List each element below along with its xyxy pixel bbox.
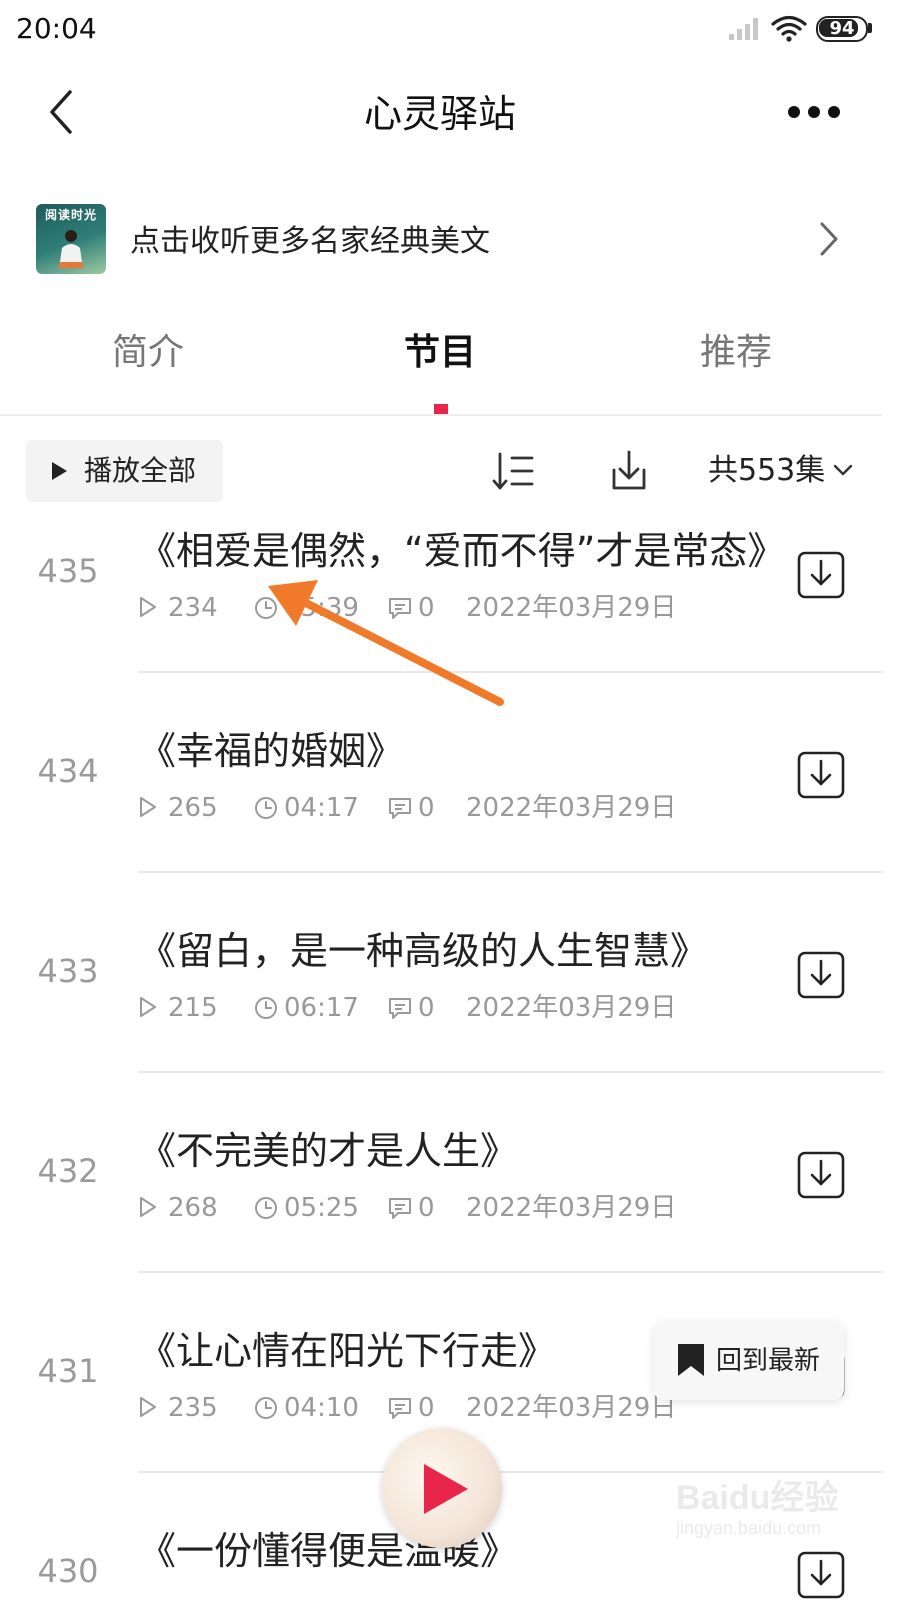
comment-count-value: 0 [418, 1393, 435, 1423]
play-icon [140, 1197, 156, 1217]
episode-number: 432 [37, 1152, 99, 1190]
wifi-icon [771, 15, 807, 42]
episode-count-label: 共553集 [708, 453, 826, 488]
clock-icon [255, 797, 277, 819]
duration-value: 05:39 [284, 593, 359, 623]
comment-count-value: 0 [418, 793, 435, 823]
publish-date-value: 2022年03月29日 [466, 593, 677, 623]
comment-count-value: 0 [418, 1193, 435, 1223]
watermark: Baidu经验 jingyan.baidu.com [676, 1470, 876, 1560]
play-icon [140, 997, 156, 1017]
comment-count-value: 0 [418, 593, 435, 623]
status-time: 20:04 [16, 12, 97, 45]
page-title: 心灵驿站 [363, 92, 516, 136]
chevron-down-icon [833, 464, 853, 476]
watermark-brand: Baidu经验 [676, 1479, 839, 1517]
duration-value: 05:25 [284, 1193, 359, 1223]
episode-number: 434 [37, 752, 99, 790]
comment-icon [389, 998, 411, 1019]
publish-date-value: 2022年03月29日 [466, 1393, 677, 1423]
back-button[interactable] [30, 82, 90, 142]
download-icon[interactable] [796, 750, 846, 800]
publish-date-value: 2022年03月29日 [466, 993, 677, 1023]
play-count-value: 234 [168, 593, 218, 623]
publish-date-value: 2022年03月29日 [466, 1193, 677, 1223]
episode-title: 《幸福的婚姻》 [138, 729, 405, 773]
list-toolbar: 播放全部 共553集 [0, 436, 900, 506]
duration-value: 04:17 [284, 793, 359, 823]
episode-row[interactable]: 433 《留白，是一种高级的人生智慧》 215 06:17 0 2022年03月… [0, 872, 900, 1073]
back-icon [50, 90, 72, 134]
tabs-divider [0, 414, 882, 416]
episode-row[interactable]: 434 《幸福的婚姻》 265 04:17 0 2022年03月29日 [0, 672, 900, 873]
duration-value: 06:17 [284, 993, 359, 1023]
reader-figure-icon [58, 230, 84, 268]
thumbnail-caption: 阅读时光 [44, 208, 97, 222]
banner-text: 点击收听更多名家经典美文 [130, 224, 490, 259]
tab-bar: 简介 节目 推荐 [0, 318, 900, 414]
comment-icon [389, 798, 411, 819]
episode-title: 《相爱是偶然，“爱而不得”才是常态》 [138, 529, 778, 573]
back-to-latest-label: 回到最新 [716, 1346, 821, 1376]
episode-number: 435 [37, 552, 99, 590]
download-icon[interactable] [796, 1150, 846, 1200]
sort-icon[interactable] [490, 448, 536, 494]
banner-thumbnail: 阅读时光 [36, 204, 106, 274]
comment-icon [389, 598, 411, 619]
screen: 20:04 94 心灵驿站 阅读时光 点击收听更多名家经典美文 简介 节目 推荐… [0, 0, 900, 1600]
nav-bar: 心灵驿站 [0, 62, 900, 172]
battery-icon: 94 [816, 16, 872, 42]
signal-icon [729, 18, 758, 40]
play-count-value: 265 [168, 793, 218, 823]
mini-player[interactable] [382, 1428, 502, 1548]
chevron-right-icon [820, 222, 838, 256]
more-button[interactable] [782, 90, 846, 134]
tab-episodes[interactable]: 节目 [340, 318, 540, 388]
download-icon[interactable] [796, 550, 846, 600]
episode-meta: 215 06:17 0 2022年03月29日 [138, 990, 778, 1026]
back-to-latest-button[interactable]: 回到最新 [654, 1322, 844, 1400]
play-icon [140, 597, 156, 617]
play-icon [140, 797, 156, 817]
episode-number: 430 [37, 1552, 99, 1590]
download-icon[interactable] [796, 950, 846, 1000]
promo-banner[interactable]: 阅读时光 点击收听更多名家经典美文 [0, 200, 900, 278]
clock-icon [255, 997, 277, 1019]
active-tab-indicator [434, 404, 448, 414]
tab-intro[interactable]: 简介 [48, 318, 248, 388]
episode-meta: 268 05:25 0 2022年03月29日 [138, 1190, 778, 1226]
comment-icon [389, 1198, 411, 1219]
episode-row[interactable]: 432 《不完美的才是人生》 268 05:25 0 2022年03月29日 [0, 1072, 900, 1273]
play-count-value: 215 [168, 993, 218, 1023]
download-all-icon[interactable] [606, 448, 652, 494]
clock-icon [255, 1197, 277, 1219]
play-all-label: 播放全部 [84, 454, 197, 487]
play-icon [52, 462, 67, 480]
play-icon [140, 1397, 156, 1417]
episode-title: 《不完美的才是人生》 [138, 1129, 519, 1173]
more-icon [788, 106, 800, 118]
episode-number: 431 [37, 1352, 99, 1390]
episode-meta: 234 05:39 0 2022年03月29日 [138, 590, 778, 626]
comment-count-value: 0 [418, 993, 435, 1023]
bookmark-icon [678, 1344, 704, 1376]
duration-value: 04:10 [284, 1393, 359, 1423]
episode-title: 《留白，是一种高级的人生智慧》 [138, 929, 709, 973]
play-all-button[interactable]: 播放全部 [26, 440, 223, 502]
episode-number: 433 [37, 952, 99, 990]
status-bar: 20:04 94 [0, 0, 900, 62]
publish-date-value: 2022年03月29日 [466, 793, 677, 823]
play-count-value: 268 [168, 1193, 218, 1223]
battery-level: 94 [829, 18, 855, 39]
play-icon [424, 1464, 468, 1514]
tab-recommend[interactable]: 推荐 [636, 318, 836, 388]
comment-icon [389, 1398, 411, 1419]
clock-icon [255, 597, 277, 619]
play-count-value: 235 [168, 1393, 218, 1423]
watermark-url: jingyan.baidu.com [676, 1518, 822, 1538]
clock-icon [255, 1397, 277, 1419]
episode-meta: 265 04:17 0 2022年03月29日 [138, 790, 778, 826]
